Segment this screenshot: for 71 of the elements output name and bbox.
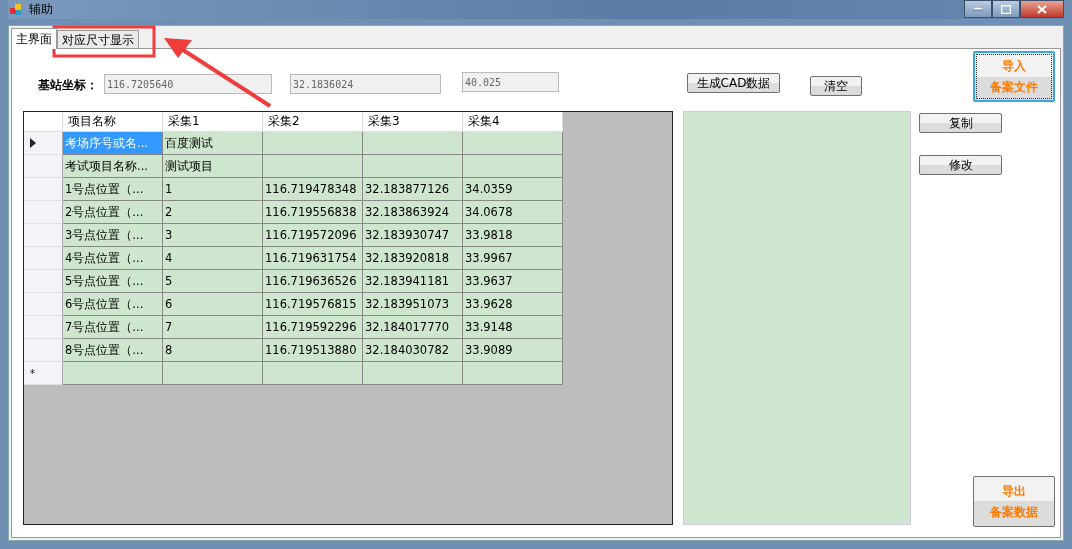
edit-button[interactable]: 修改 — [919, 155, 1002, 175]
close-icon — [1037, 4, 1047, 14]
table-cell: 2 — [163, 201, 263, 224]
table-cell: 4 — [163, 247, 263, 270]
table-cell: 32.183920818 — [363, 247, 463, 270]
table-cell: 6号点位置（... — [63, 293, 163, 316]
table-cell: 32.183941181 — [363, 270, 463, 293]
table-cell: 33.9089 — [463, 339, 563, 362]
tab[interactable]: 对应尺寸显示 — [57, 30, 139, 48]
table-cell: 32.183877126 — [363, 178, 463, 201]
table-cell: 116.719556838 — [263, 201, 363, 224]
table-cell: 1号点位置（... — [63, 178, 163, 201]
table-cell: 5号点位置（... — [63, 270, 163, 293]
column-header[interactable]: 采集3 — [363, 112, 463, 132]
minimize-icon — [973, 7, 983, 11]
maximize-icon — [1001, 4, 1011, 14]
table-cell: 8 — [163, 339, 263, 362]
table-cell: 32.184017770 — [363, 316, 463, 339]
table-cell: 3 — [163, 224, 263, 247]
table-cell: 6 — [163, 293, 263, 316]
table-cell: 7 — [163, 316, 263, 339]
generate-cad-button[interactable]: 生成CAD数据 — [687, 73, 780, 93]
station-label: 基站坐标： — [38, 77, 99, 94]
clear-button[interactable]: 清空 — [810, 76, 862, 96]
copy-button[interactable]: 复制 — [919, 113, 1002, 133]
corner-cell — [24, 112, 63, 132]
table-cell: 33.9967 — [463, 247, 563, 270]
table-cell: 考试项目名称... — [63, 155, 163, 178]
table-cell: 7号点位置（... — [63, 316, 163, 339]
coordinate-field[interactable]: 40.025 — [462, 72, 559, 92]
tab[interactable]: 主界面 — [11, 28, 57, 49]
coordinate-field[interactable]: 32.1836024 — [290, 74, 441, 94]
table-cell: 百度测试 — [163, 132, 263, 155]
column-header[interactable]: 项目名称 — [63, 112, 163, 132]
table-cell: 116.719576815 — [263, 293, 363, 316]
column-header[interactable]: 采集4 — [463, 112, 563, 132]
maximize-button[interactable] — [992, 0, 1020, 18]
table-cell: 33.9818 — [463, 224, 563, 247]
table-cell: 考场序号或名... — [63, 132, 163, 155]
new-row-marker: * — [30, 367, 35, 379]
table-cell: 116.719572096 — [263, 224, 363, 247]
column-header[interactable]: 采集1 — [163, 112, 263, 132]
row-header[interactable] — [24, 132, 63, 155]
minimize-button[interactable] — [964, 0, 992, 18]
table-cell: 4号点位置（... — [63, 247, 163, 270]
window-title: 辅助 — [29, 1, 53, 18]
table-cell: 3号点位置（... — [63, 224, 163, 247]
table-cell: 34.0678 — [463, 201, 563, 224]
table-cell: 8号点位置（... — [63, 339, 163, 362]
table-cell: 116.719513880 — [263, 339, 363, 362]
current-row-icon — [30, 138, 36, 148]
table-cell: 5 — [163, 270, 263, 293]
close-button[interactable] — [1020, 0, 1064, 18]
table-cell: 33.9637 — [463, 270, 563, 293]
table-cell: 116.719478348 — [263, 178, 363, 201]
table-cell: 33.9148 — [463, 316, 563, 339]
table-cell: 测试项目 — [163, 155, 263, 178]
coordinate-field[interactable]: 116.7205640 — [104, 74, 272, 94]
table-cell: 32.184030782 — [363, 339, 463, 362]
app-icon — [9, 2, 23, 17]
table-cell: 116.719631754 — [263, 247, 363, 270]
table-cell: 1 — [163, 178, 263, 201]
column-header[interactable]: 采集2 — [263, 112, 363, 132]
table-cell: 116.719592296 — [263, 316, 363, 339]
table-cell: 32.183863924 — [363, 201, 463, 224]
table-cell: 33.9628 — [463, 293, 563, 316]
table-cell: 34.0359 — [463, 178, 563, 201]
table-cell: 116.719636526 — [263, 270, 363, 293]
table-cell: 2号点位置（... — [63, 201, 163, 224]
table-cell: 32.183930747 — [363, 224, 463, 247]
table-cell: 32.183951073 — [363, 293, 463, 316]
